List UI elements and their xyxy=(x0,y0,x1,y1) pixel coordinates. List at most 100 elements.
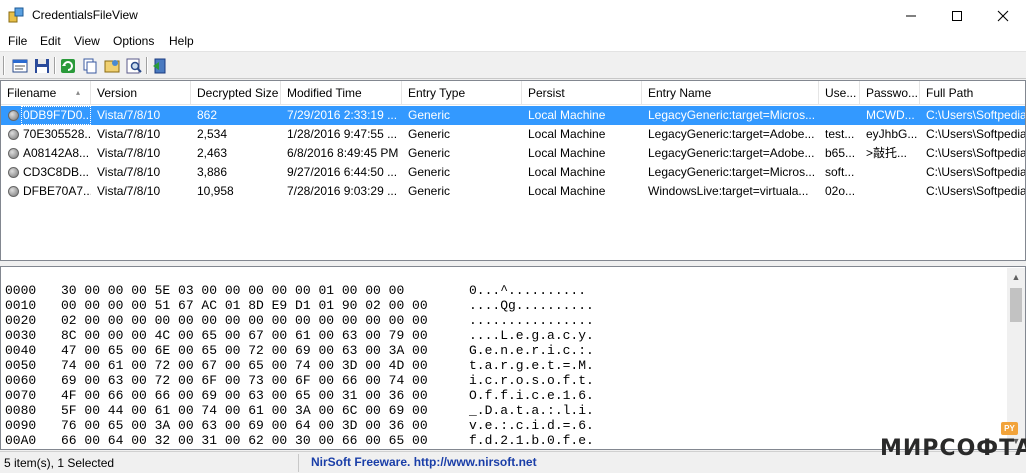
html-report-icon xyxy=(104,60,120,73)
hex-ascii: O.f.f.i.c.e.1.6. xyxy=(469,388,594,403)
hex-offset: 0010 xyxy=(5,298,37,313)
cell-entry-name: LegacyGeneric:target=Adobe... xyxy=(648,127,815,141)
column-header-password[interactable]: Passwo... xyxy=(860,81,920,105)
hex-bytes: 30 00 00 00 5E 03 00 00 00 00 00 01 00 0… xyxy=(61,283,405,298)
title-bar[interactable]: CredentialsFileView xyxy=(0,0,1026,31)
exit-button[interactable] xyxy=(150,56,170,76)
menu-file[interactable]: File xyxy=(8,34,27,48)
cell-full-path: C:\Users\Softpedia xyxy=(926,127,1026,141)
cell-entry-type: Generic xyxy=(408,184,451,198)
menu-edit[interactable]: Edit xyxy=(40,34,61,48)
cell-persist: Local Machine xyxy=(528,146,606,160)
hex-offset: 0070 xyxy=(5,388,37,403)
hex-ascii: i.c.r.o.s.o.f.t. xyxy=(469,373,594,388)
cell-full-path: C:\Users\Softpedia xyxy=(926,165,1026,179)
cell-username: 02o... xyxy=(825,184,856,198)
column-header-version[interactable]: Version xyxy=(91,81,191,105)
hex-offset: 0020 xyxy=(5,313,37,328)
cell-filename: A08142A8... xyxy=(23,146,90,160)
column-header-decrypted-size[interactable]: Decrypted Size xyxy=(191,81,281,105)
watermark-badge: PY xyxy=(1001,422,1018,435)
hex-dump-pane[interactable]: 0000 30 00 00 00 5E 03 00 00 00 00 00 01 … xyxy=(0,266,1026,450)
column-header-full-path[interactable]: Full Path xyxy=(920,81,1025,105)
column-header-entry-name[interactable]: Entry Name xyxy=(642,81,819,105)
table-row[interactable]: 0DB9F7D0... Vista/7/8/10 862 7/29/2016 2:33… xyxy=(1,106,1025,125)
save-button[interactable] xyxy=(32,56,52,76)
table-row[interactable]: 70E305528... Vista/7/8/10 2,534 1/28/2016 9… xyxy=(1,125,1026,144)
find-icon xyxy=(126,58,142,74)
cell-persist: Local Machine xyxy=(528,108,606,122)
copy-button[interactable] xyxy=(80,56,100,76)
column-header-filename[interactable]: Filename ▴ xyxy=(1,81,91,105)
hex-offset: 0090 xyxy=(5,418,37,433)
cell-password: MCWD... xyxy=(866,108,915,122)
cell-modified-time: 6/8/2016 8:49:45 PM xyxy=(287,146,399,160)
cell-username: test... xyxy=(825,127,855,141)
table-row[interactable]: CD3C8DB... Vista/7/8/10 3,886 9/27/2016 6:4… xyxy=(1,163,1026,182)
cell-password: >敲托... xyxy=(866,146,908,160)
cell-entry-name: LegacyGeneric:target=Micros... xyxy=(648,165,816,179)
cell-persist: Local Machine xyxy=(528,127,606,141)
cell-decrypted-size: 3,886 xyxy=(197,165,228,179)
cell-entry-type: Generic xyxy=(408,165,451,179)
find-button[interactable] xyxy=(124,56,144,76)
column-header-username[interactable]: Use... xyxy=(819,81,860,105)
hex-bytes: 02 00 00 00 00 00 00 00 00 00 00 00 00 0… xyxy=(61,313,428,328)
scrollbar-thumb[interactable] xyxy=(1010,288,1022,322)
hex-bytes: 66 00 64 00 32 00 31 00 62 00 30 00 66 0… xyxy=(61,433,428,448)
cell-version: Vista/7/8/10 xyxy=(97,108,161,122)
menu-view[interactable]: View xyxy=(74,34,100,48)
html-report-button[interactable] xyxy=(102,56,122,76)
credentials-list[interactable]: Filename ▴ Version Decrypted Size Modifie… xyxy=(0,80,1026,261)
exit-icon xyxy=(153,58,166,74)
maximize-icon xyxy=(952,10,962,21)
cell-version: Vista/7/8/10 xyxy=(97,146,161,160)
cell-filename: 0DB9F7D0... xyxy=(23,108,91,122)
hex-offset: 0000 xyxy=(5,283,37,298)
cell-entry-name: LegacyGeneric:target=Micros... xyxy=(648,108,816,122)
status-bar: 5 item(s), 1 Selected NirSoft Freeware. … xyxy=(0,451,1026,473)
hex-bytes: 00 00 00 00 51 67 AC 01 8D E9 D1 01 90 0… xyxy=(61,298,428,313)
cell-password xyxy=(860,182,920,201)
minimize-button[interactable] xyxy=(888,0,934,31)
cell-full-path: C:\Users\Softpedia xyxy=(926,146,1026,160)
menu-help[interactable]: Help xyxy=(169,34,194,48)
toolbar-grip[interactable] xyxy=(3,56,5,75)
menu-options[interactable]: Options xyxy=(113,34,154,48)
minimize-icon xyxy=(906,15,916,16)
cell-version: Vista/7/8/10 xyxy=(97,165,161,179)
close-button[interactable] xyxy=(980,0,1026,31)
hex-ascii: ....L.e.g.a.c.y. xyxy=(469,328,594,343)
refresh-button[interactable] xyxy=(58,56,78,76)
hex-bytes: 74 00 61 00 72 00 67 00 65 00 74 00 3D 0… xyxy=(61,358,428,373)
list-header: Filename ▴ Version Decrypted Size Modifie… xyxy=(1,81,1025,105)
cell-filename: 70E305528... xyxy=(23,127,91,141)
table-row[interactable]: DFBE70A7... Vista/7/8/10 10,958 7/28/2016 9… xyxy=(1,182,1026,201)
scroll-up-icon[interactable]: ▲ xyxy=(1007,268,1025,285)
refresh-icon xyxy=(61,59,75,73)
cell-entry-type: Generic xyxy=(408,108,451,122)
toolbar-separator xyxy=(54,57,56,74)
maximize-button[interactable] xyxy=(934,0,980,31)
table-row[interactable]: A08142A8... Vista/7/8/10 2,463 6/8/2016 8:4… xyxy=(1,144,1026,163)
cell-modified-time: 7/29/2016 2:33:19 ... xyxy=(287,108,398,122)
status-item-count: 5 item(s), 1 Selected xyxy=(4,456,115,470)
cell-entry-type: Generic xyxy=(408,127,451,141)
window-title: CredentialsFileView xyxy=(32,8,138,22)
properties-button[interactable] xyxy=(10,56,30,76)
toolbar xyxy=(0,52,1026,79)
column-header-modified-time[interactable]: Modified Time xyxy=(281,81,402,105)
hex-ascii: G.e.n.e.r.i.c.:. xyxy=(469,343,594,358)
cell-username: soft... xyxy=(825,165,855,179)
hex-bytes: 69 00 63 00 72 00 6F 00 73 00 6F 00 66 0… xyxy=(61,373,428,388)
column-header-entry-type[interactable]: Entry Type xyxy=(402,81,522,105)
app-icon xyxy=(8,7,24,23)
cell-version: Vista/7/8/10 xyxy=(97,184,161,198)
nirsoft-link[interactable]: NirSoft Freeware. http://www.nirsoft.net xyxy=(311,455,537,469)
cell-entry-name: WindowsLive:target=virtuala... xyxy=(648,184,809,198)
cell-username: b65... xyxy=(825,146,856,160)
app-window: CredentialsFileView File Edit View Optio… xyxy=(0,0,1026,473)
cell-modified-time: 1/28/2016 9:47:55 ... xyxy=(287,127,398,141)
column-header-persist[interactable]: Persist xyxy=(522,81,642,105)
cell-full-path: C:\Users\Softpedia xyxy=(926,184,1026,198)
